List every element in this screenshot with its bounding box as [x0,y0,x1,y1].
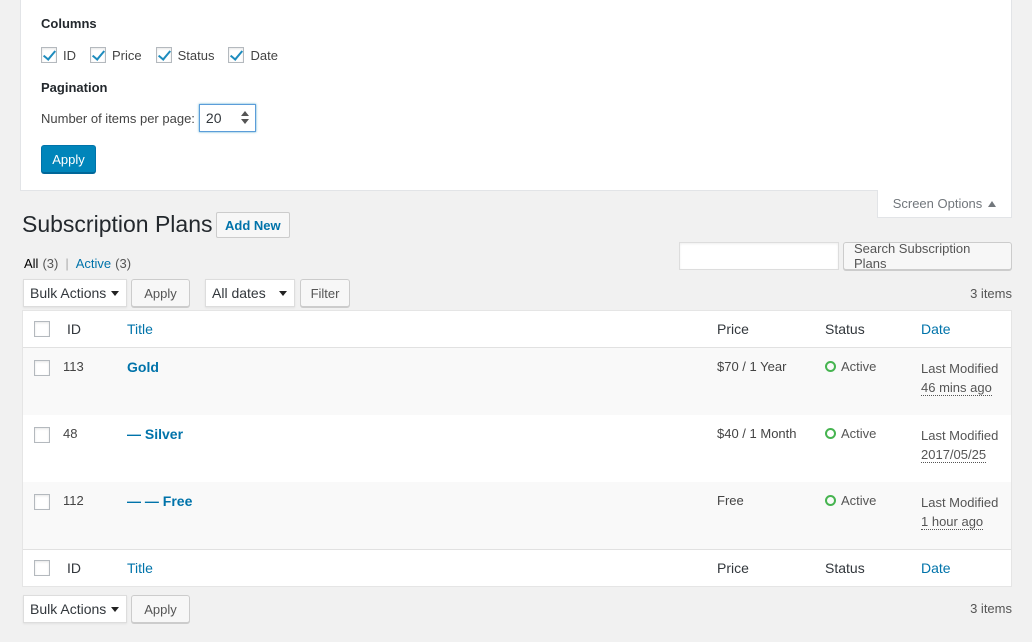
row-checkbox[interactable] [34,494,50,510]
row-status: Active [825,493,876,508]
pagination-heading: Pagination [41,80,108,95]
row-title-link[interactable]: — — Free [127,493,192,509]
column-footer-price: Price [717,560,749,576]
filter-all-count: (3) [42,256,59,271]
row-status-text: Active [841,493,877,508]
row-date: Last Modified 46 mins ago [921,359,998,397]
row-date-label: Last Modified [921,361,999,376]
add-new-button[interactable]: Add New [216,212,290,238]
column-header-date[interactable]: Date [921,321,951,337]
row-date-label: Last Modified [921,428,999,443]
per-page-label: Number of items per page: [41,110,195,126]
row-id: 48 [63,426,78,441]
row-status-text: Active [841,359,877,374]
status-active-icon [825,428,836,439]
filter-separator: | [65,256,69,271]
column-footer-status: Status [825,560,865,576]
table-header-row: ID Title Price Status Date [23,311,1011,348]
screen-options-panel: Columns ID Price Status Date Pagination … [20,0,1012,191]
row-date-label: Last Modified [921,495,999,510]
row-price: Free [717,493,744,508]
row-status-text: Active [841,426,877,441]
filter-all-link[interactable]: All [24,256,38,271]
row-date-value: 1 hour ago [921,514,984,530]
bulk-apply-button[interactable]: Apply [131,279,190,307]
column-header-status: Status [825,321,865,337]
filter-active-link[interactable]: Active [76,256,111,271]
checkbox[interactable] [41,47,57,63]
items-count: 3 items [970,286,1012,301]
table-footer-row: ID Title Price Status Date [23,549,1011,586]
bulk-apply-button-bottom[interactable]: Apply [131,595,190,623]
search-button[interactable]: Search Subscription Plans [843,241,1012,271]
screen-options-toggle[interactable]: Screen Options [877,190,1012,218]
row-id: 113 [63,359,84,374]
select-all-checkbox-footer[interactable] [34,560,50,576]
bulk-actions-select[interactable]: Bulk Actions [23,279,127,307]
row-price: $70 / 1 Year [717,359,787,374]
per-page-value: 20 [205,110,222,126]
screen-options-tab-label: Screen Options [892,196,983,211]
column-toggle-status[interactable]: Status [155,47,215,63]
spin-up-icon[interactable] [240,111,249,116]
columns-heading: Columns [41,16,97,31]
checkbox-label: Date [250,47,278,63]
number-spinner[interactable] [240,111,249,124]
screen-options-apply-button[interactable]: Apply [41,145,96,173]
checkbox[interactable] [90,47,106,63]
select-all-checkbox[interactable] [34,321,50,337]
table-row: 112 — — Free Free Active Last Modified 1 … [23,482,1011,549]
per-page-row: Number of items per page: 20 [41,104,256,132]
arrow-up-icon [988,200,997,207]
row-status: Active [825,426,876,441]
row-id: 112 [63,493,84,508]
row-title-link[interactable]: — Silver [127,426,183,442]
date-filter-select[interactable]: All dates [205,279,295,307]
table-row: 48 — Silver $40 / 1 Month Active Last Mo… [23,415,1011,482]
column-toggle-id[interactable]: ID [41,47,76,63]
plans-table: ID Title Price Status Date 113 Gold $70 … [22,310,1012,587]
column-toggle-date[interactable]: Date [228,47,278,63]
checkbox-label: Status [177,47,215,63]
row-status: Active [825,359,876,374]
table-row: 113 Gold $70 / 1 Year Active Last Modifi… [23,348,1011,415]
status-active-icon [825,495,836,506]
filter-button[interactable]: Filter [300,279,350,307]
search-input[interactable] [679,242,839,270]
spin-down-icon[interactable] [240,119,249,124]
row-title-link[interactable]: Gold [127,359,159,375]
row-date: Last Modified 2017/05/25 [921,426,998,464]
checkbox-label: Price [112,47,142,63]
checkbox[interactable] [228,47,245,63]
row-date: Last Modified 1 hour ago [921,493,998,531]
row-date-value: 46 mins ago [921,380,992,396]
per-page-input[interactable]: 20 [198,104,256,132]
status-filter-links: All (3) | Active (3) [24,256,131,271]
column-header-id: ID [67,321,81,337]
bulk-actions-select-bottom[interactable]: Bulk Actions [23,595,127,623]
column-footer-date[interactable]: Date [921,560,951,576]
row-checkbox[interactable] [34,360,50,376]
items-count-bottom: 3 items [970,601,1012,616]
row-checkbox[interactable] [34,427,50,443]
column-toggle-price[interactable]: Price [90,47,142,63]
row-price: $40 / 1 Month [717,426,797,441]
row-date-value: 2017/05/25 [921,447,987,463]
filter-active-count: (3) [115,256,132,271]
status-active-icon [825,361,836,372]
column-footer-id: ID [67,560,81,576]
checkbox-label: ID [63,47,76,63]
page-title: Subscription Plans [22,211,213,237]
column-header-title[interactable]: Title [127,321,153,337]
checkbox[interactable] [155,47,172,63]
columns-checkbox-group: ID Price Status Date [41,47,278,63]
column-header-price: Price [717,321,749,337]
column-footer-title[interactable]: Title [127,560,153,576]
